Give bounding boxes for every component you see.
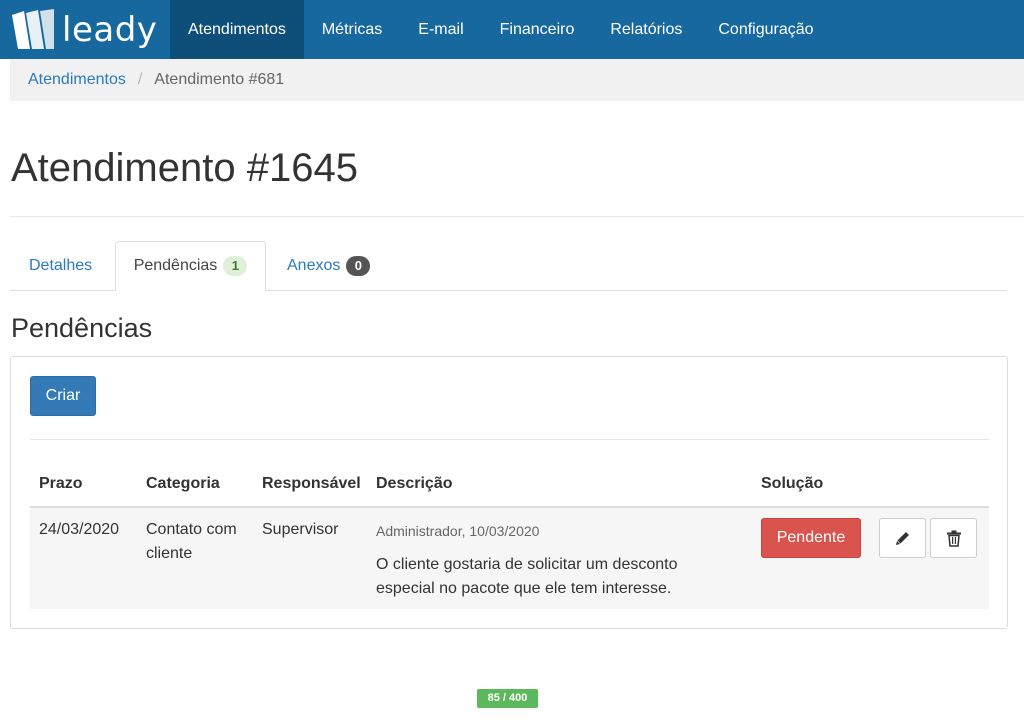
delete-button[interactable] — [930, 518, 977, 558]
row-categoria-line1: Contato com — [146, 521, 237, 538]
page-title: Atendimento #1645 — [11, 146, 358, 190]
column-header-prazo[interactable]: Prazo — [39, 475, 83, 493]
breadcrumb: Atendimentos / Atendimento #681 — [10, 59, 1024, 101]
breadcrumb-link-atendimentos[interactable]: Atendimentos — [28, 71, 126, 89]
column-header-categoria[interactable]: Categoria — [146, 475, 220, 493]
pendencias-count-badge: 1 — [223, 256, 248, 276]
nav-configuracao[interactable]: Configuração — [700, 0, 831, 59]
row-prazo: 24/03/2020 — [39, 521, 120, 538]
row-description-meta: Administrador, 10/03/2020 — [376, 523, 540, 539]
breadcrumb-separator: / — [137, 71, 143, 88]
nav-relatorios[interactable]: Relatórios — [592, 0, 700, 59]
brand[interactable]: leady — [0, 0, 170, 59]
usage-counter-badge: 85 / 400 — [477, 689, 538, 708]
nav-email[interactable]: E-mail — [400, 0, 481, 59]
column-header-responsavel[interactable]: Responsável — [262, 475, 361, 493]
nav-metricas[interactable]: Métricas — [304, 0, 400, 59]
row-description-line1: O cliente gostaria de solicitar um desco… — [376, 556, 678, 573]
edit-button[interactable] — [879, 518, 926, 558]
column-header-solucao[interactable]: Solução — [761, 475, 823, 493]
trash-icon — [946, 530, 961, 547]
breadcrumb-current: Atendimento #681 — [154, 71, 285, 88]
anexos-count-badge: 0 — [346, 256, 371, 276]
panel-divider — [30, 439, 989, 440]
tab-anexos[interactable]: Anexos 0 — [287, 241, 371, 291]
leady-logo-icon — [12, 8, 54, 49]
pencil-icon — [895, 532, 909, 545]
section-title: Pendências — [11, 313, 153, 343]
column-header-descricao[interactable]: Descrição — [376, 475, 453, 493]
row-description-line2: especial no pacote que ele tem interesse… — [376, 580, 672, 597]
pendencias-panel: Criar Prazo Categoria Responsável Descri… — [10, 356, 1008, 629]
tab-bar: Detalhes Pendências 1 Anexos 0 — [10, 241, 1007, 291]
nav-atendimentos[interactable]: Atendimentos — [170, 0, 304, 59]
table-row: 24/03/2020 Contato com cliente Superviso… — [30, 508, 989, 609]
tab-detalhes-label: Detalhes — [29, 257, 93, 274]
brand-name: leady — [62, 9, 158, 50]
row-responsavel: Supervisor — [262, 521, 339, 538]
top-navbar: leady Atendimentos Métricas E-mail Finan… — [0, 0, 1024, 59]
nav-financeiro[interactable]: Financeiro — [482, 0, 593, 59]
tab-detalhes[interactable]: Detalhes — [10, 241, 111, 291]
status-pendente-button[interactable]: Pendente — [761, 518, 861, 558]
tab-anexos-label: Anexos — [287, 257, 341, 274]
create-button[interactable]: Criar — [30, 376, 96, 416]
title-divider — [10, 216, 1024, 217]
tab-pendencias[interactable]: Pendências 1 — [115, 241, 266, 291]
row-categoria-line2: cliente — [146, 545, 193, 562]
tab-pendencias-label: Pendências — [133, 257, 218, 274]
